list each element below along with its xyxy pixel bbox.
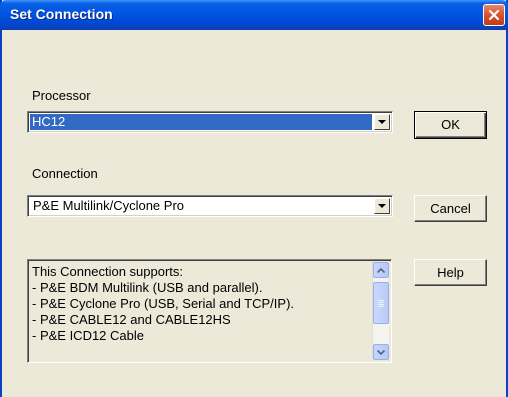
info-line: This Connection supports:	[32, 264, 184, 279]
grip-icon	[378, 300, 384, 307]
processor-dropdown-button[interactable]	[374, 114, 390, 130]
dialog-title: Set Connection	[10, 6, 113, 22]
help-button[interactable]: Help	[414, 259, 487, 286]
info-scrollbar[interactable]	[372, 262, 389, 360]
scroll-up-button[interactable]	[373, 262, 389, 278]
set-connection-dialog: Set Connection Processor HC12 OK Connect…	[0, 0, 508, 397]
cancel-button[interactable]: Cancel	[414, 195, 487, 222]
chevron-down-icon	[378, 203, 386, 208]
scroll-thumb[interactable]	[373, 282, 389, 324]
processor-selected-value: HC12	[30, 114, 372, 130]
connection-info-box[interactable]: This Connection supports: - P&E BDM Mult…	[27, 259, 392, 363]
connection-selected-value: P&E Multilink/Cyclone Pro	[33, 198, 184, 213]
chevron-down-icon	[377, 349, 385, 355]
chevron-down-icon	[378, 119, 386, 124]
processor-select[interactable]: HC12	[27, 111, 393, 133]
close-icon	[488, 9, 500, 21]
ok-button[interactable]: OK	[414, 111, 487, 139]
info-line: - P&E BDM Multilink (USB and parallel).	[32, 280, 263, 295]
chevron-up-icon	[377, 267, 385, 273]
processor-label: Processor	[32, 88, 91, 103]
connection-dropdown-button[interactable]	[374, 198, 390, 214]
title-bar[interactable]: Set Connection	[0, 0, 508, 30]
info-text: This Connection supports: - P&E BDM Mult…	[32, 264, 372, 344]
connection-select[interactable]: P&E Multilink/Cyclone Pro	[27, 195, 393, 217]
info-line: - P&E ICD12 Cable	[32, 328, 144, 343]
info-line: - P&E Cyclone Pro (USB, Serial and TCP/I…	[32, 296, 295, 311]
connection-label: Connection	[32, 166, 98, 181]
close-button[interactable]	[483, 4, 505, 26]
scroll-down-button[interactable]	[373, 344, 389, 360]
info-line: - P&E CABLE12 and CABLE12HS	[32, 312, 231, 327]
